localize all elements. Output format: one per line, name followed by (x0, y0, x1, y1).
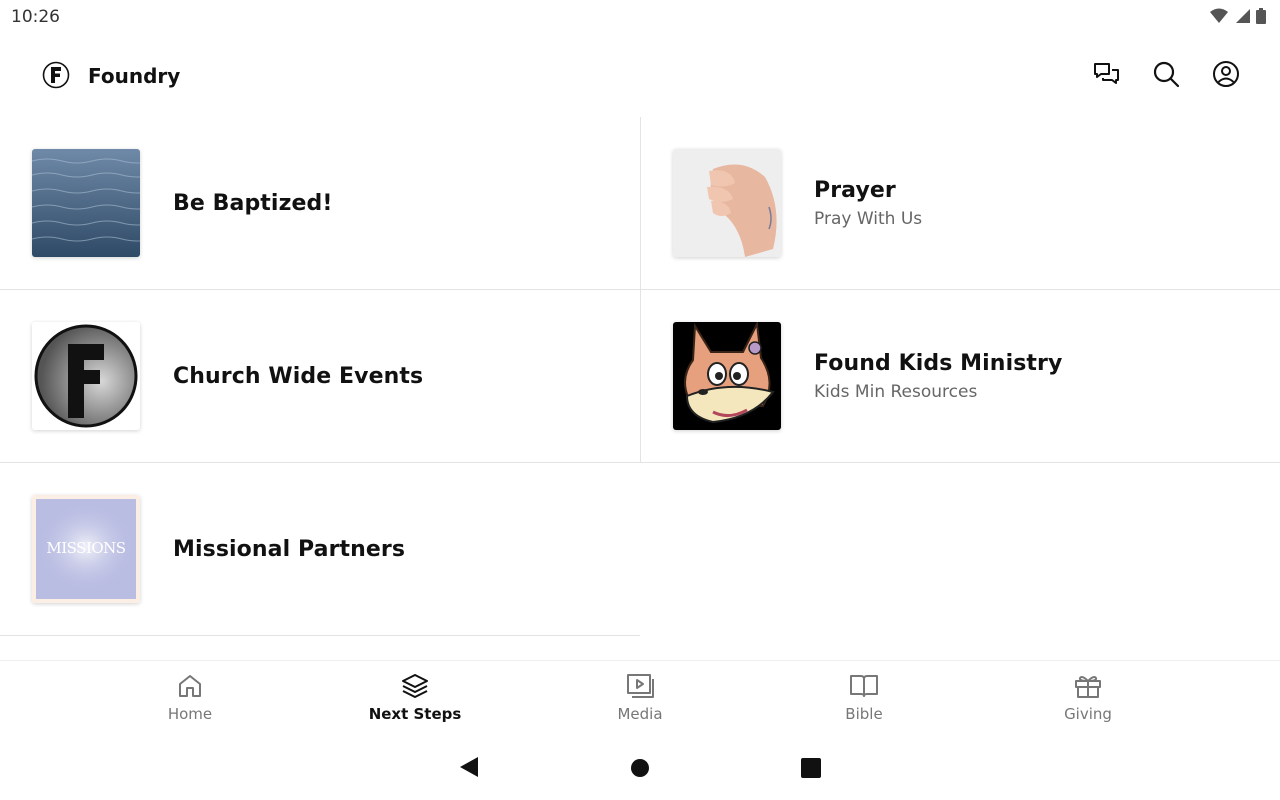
item-title: Found Kids Ministry (814, 351, 1063, 376)
next-steps-grid: Be Baptized! Prayer Pray With Us Church … (0, 117, 1280, 637)
layers-icon (402, 674, 428, 698)
bottom-navigation: Home Next Steps Media Bible Giving (0, 660, 1280, 741)
fox-mascot-thumbnail (673, 322, 781, 430)
battery-icon (1256, 8, 1266, 24)
recents-icon[interactable] (801, 758, 821, 778)
status-bar: 10:26 (0, 0, 1280, 34)
list-item-missional-partners[interactable]: MISSIONS Missional Partners (0, 463, 640, 636)
water-thumbnail (32, 149, 140, 257)
nav-label: Media (617, 705, 663, 723)
item-title: Church Wide Events (173, 364, 424, 389)
nav-label: Bible (845, 705, 883, 723)
nav-label: Giving (1064, 705, 1112, 723)
list-item-found-kids-ministry[interactable]: Found Kids Ministry Kids Min Resources (640, 290, 1280, 463)
praying-hands-thumbnail (673, 149, 781, 257)
list-item-prayer[interactable]: Prayer Pray With Us (640, 117, 1280, 290)
nav-giving[interactable]: Giving (1028, 673, 1148, 723)
nav-media[interactable]: Media (580, 673, 700, 723)
search-icon (1153, 61, 1180, 88)
item-title: Be Baptized! (173, 191, 333, 216)
wifi-icon (1210, 8, 1228, 23)
nav-label: Home (167, 705, 213, 723)
cellular-icon (1236, 9, 1250, 23)
media-icon (627, 674, 654, 698)
item-title: Missional Partners (173, 537, 406, 562)
app-actions (1092, 60, 1240, 88)
chat-icon (1094, 63, 1119, 84)
missions-thumbnail: MISSIONS (32, 495, 140, 603)
nav-label: Next Steps (368, 705, 462, 723)
app-title: Foundry (88, 64, 181, 88)
nav-bible[interactable]: Bible (804, 673, 924, 723)
gift-icon (1075, 676, 1101, 698)
status-time: 10:26 (11, 7, 60, 27)
foundry-logo-icon[interactable] (42, 61, 70, 89)
search-button[interactable] (1152, 60, 1180, 88)
app-bar: Foundry (0, 42, 1280, 108)
item-title: Prayer (814, 178, 896, 203)
book-icon (850, 675, 878, 697)
account-icon (1213, 61, 1239, 87)
list-item-church-wide-events[interactable]: Church Wide Events (0, 290, 640, 463)
list-item-be-baptized[interactable]: Be Baptized! (0, 117, 640, 290)
home-circle-icon[interactable] (630, 758, 650, 778)
back-icon[interactable] (458, 756, 480, 778)
profile-button[interactable] (1212, 60, 1240, 88)
item-subtitle: Pray With Us (814, 209, 923, 229)
nav-home[interactable]: Home (130, 673, 250, 723)
home-icon (179, 675, 201, 697)
missions-thumbnail-text: MISSIONS (46, 539, 126, 557)
foundry-logo-thumbnail (32, 322, 140, 430)
status-icons (1210, 8, 1266, 24)
system-navigation (0, 744, 1280, 800)
chat-button[interactable] (1092, 60, 1120, 88)
nav-next-steps[interactable]: Next Steps (355, 673, 475, 723)
item-subtitle: Kids Min Resources (814, 382, 978, 402)
